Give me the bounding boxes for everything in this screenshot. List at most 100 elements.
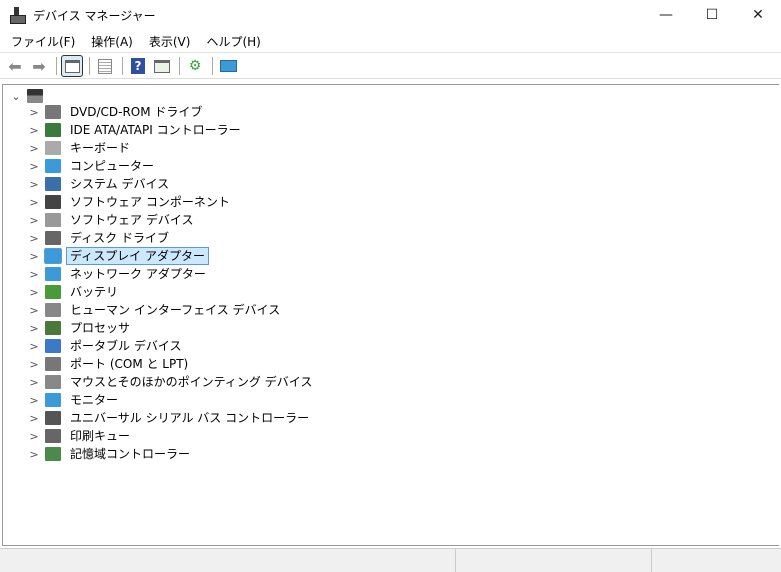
update-driver-icon: ⚙ xyxy=(188,58,202,74)
tree-item[interactable]: > モニター xyxy=(27,391,122,409)
tree-item[interactable]: > システム デバイス xyxy=(27,175,173,193)
tree-item[interactable]: > キーボード xyxy=(27,139,134,157)
device-category-icon xyxy=(45,177,61,191)
device-category-icon xyxy=(45,411,61,425)
tree-root-computer[interactable]: ⌄ xyxy=(9,89,48,103)
chevron-down-icon[interactable]: ⌄ xyxy=(9,90,23,103)
back-button[interactable]: ⬅ xyxy=(4,55,26,77)
tree-item-label: プロセッサ xyxy=(70,321,131,335)
properties-icon xyxy=(98,58,112,74)
window-title: デバイス マネージャー xyxy=(33,8,156,23)
tree-item-label: ディスプレイ アダプター xyxy=(66,247,209,265)
help-button[interactable]: ? xyxy=(127,55,149,77)
arrow-left-icon: ⬅ xyxy=(8,56,22,76)
chevron-right-icon[interactable]: > xyxy=(27,340,41,353)
properties-button[interactable] xyxy=(94,55,116,77)
device-category-icon xyxy=(45,429,61,443)
chevron-right-icon[interactable]: > xyxy=(27,196,41,209)
device-category-icon xyxy=(45,339,61,353)
tree-item[interactable]: > ディスク ドライブ xyxy=(27,229,173,247)
action-pane-button[interactable] xyxy=(151,55,173,77)
menu-view[interactable]: 表示(V) xyxy=(144,33,196,50)
menu-action[interactable]: 操作(A) xyxy=(86,33,138,50)
chevron-right-icon[interactable]: > xyxy=(27,322,41,335)
tree-item-label: モニター xyxy=(70,393,119,407)
chevron-right-icon[interactable]: > xyxy=(27,430,41,443)
device-category-icon xyxy=(45,357,61,371)
console-tree-icon xyxy=(64,59,80,73)
status-pane xyxy=(456,549,652,572)
chevron-right-icon[interactable]: > xyxy=(27,304,41,317)
chevron-right-icon[interactable]: > xyxy=(27,250,41,263)
device-category-icon xyxy=(45,159,61,173)
chevron-right-icon[interactable]: > xyxy=(27,124,41,137)
chevron-right-icon[interactable]: > xyxy=(27,178,41,191)
chevron-right-icon[interactable]: > xyxy=(27,232,41,245)
device-category-icon xyxy=(44,248,62,264)
computer-icon xyxy=(27,89,43,103)
menu-file[interactable]: ファイル(F) xyxy=(6,33,80,50)
tree-item[interactable]: > IDE ATA/ATAPI コントローラー xyxy=(27,121,245,139)
tree-item-label: ポート (COM と LPT) xyxy=(70,357,189,371)
device-manager-icon xyxy=(9,7,26,24)
chevron-right-icon[interactable]: > xyxy=(27,160,41,173)
tree-item[interactable]: > プロセッサ xyxy=(27,319,134,337)
tree-item[interactable]: > 記憶域コントローラー xyxy=(27,445,194,463)
chevron-right-icon[interactable]: > xyxy=(27,142,41,155)
chevron-right-icon[interactable]: > xyxy=(27,376,41,389)
tree-item-label: コンピューター xyxy=(70,159,155,173)
chevron-right-icon[interactable]: > xyxy=(27,448,41,461)
chevron-right-icon[interactable]: > xyxy=(27,106,41,119)
forward-button[interactable]: ➡ xyxy=(28,55,50,77)
tree-item[interactable]: > バッテリ xyxy=(27,283,122,301)
toolbar-separator xyxy=(122,57,123,75)
close-button[interactable]: ✕ xyxy=(735,0,781,30)
tree-item[interactable]: > 印刷キュー xyxy=(27,427,134,445)
tree-item-label: ネットワーク アダプター xyxy=(70,267,206,281)
tree-item-label: DVD/CD-ROM ドライブ xyxy=(70,105,203,119)
tree-item-label: システム デバイス xyxy=(70,177,170,191)
device-category-icon xyxy=(45,303,61,317)
tree-item[interactable]: > ディスプレイ アダプター xyxy=(27,247,209,265)
chevron-right-icon[interactable]: > xyxy=(27,286,41,299)
tree-item-label: ソフトウェア デバイス xyxy=(70,213,194,227)
tree-item-label: 印刷キュー xyxy=(70,429,131,443)
chevron-right-icon[interactable]: > xyxy=(27,394,41,407)
tree-item[interactable]: > ネットワーク アダプター xyxy=(27,265,210,283)
tree-item[interactable]: > ヒューマン インターフェイス デバイス xyxy=(27,301,284,319)
chevron-right-icon[interactable]: > xyxy=(27,214,41,227)
tree-item-label: マウスとそのほかのポインティング デバイス xyxy=(70,375,313,389)
device-category-icon xyxy=(45,375,61,389)
tree-item[interactable]: > ポータブル デバイス xyxy=(27,337,185,355)
minimize-button[interactable]: — xyxy=(643,0,689,30)
status-bar xyxy=(0,548,781,572)
tree-item[interactable]: > ソフトウェア デバイス xyxy=(27,211,197,229)
toolbar-separator xyxy=(179,57,180,75)
tree-item[interactable]: > マウスとそのほかのポインティング デバイス xyxy=(27,373,316,391)
tree-item-label: キーボード xyxy=(70,141,131,155)
title-bar: デバイス マネージャー — ☐ ✕ xyxy=(0,0,781,30)
tree-item-label: ポータブル デバイス xyxy=(70,339,182,353)
scan-monitor-icon xyxy=(219,60,237,72)
chevron-right-icon[interactable]: > xyxy=(27,412,41,425)
show-hide-console-tree-button[interactable] xyxy=(61,55,83,77)
scan-hardware-button[interactable] xyxy=(217,55,239,77)
tree-item[interactable]: > DVD/CD-ROM ドライブ xyxy=(27,103,206,121)
toolbar-separator xyxy=(56,57,57,75)
tree-item[interactable]: > ユニバーサル シリアル バス コントローラー xyxy=(27,409,313,427)
status-pane xyxy=(652,549,781,572)
update-driver-button[interactable]: ⚙ xyxy=(184,55,206,77)
menu-help[interactable]: ヘルプ(H) xyxy=(201,33,265,50)
device-category-icon xyxy=(45,213,61,227)
tree-item[interactable]: > ポート (COM と LPT) xyxy=(27,355,192,373)
device-category-icon xyxy=(45,231,61,245)
tree-item[interactable]: > ソフトウェア コンポーネント xyxy=(27,193,234,211)
device-category-icon xyxy=(45,123,61,137)
toolbar-separator xyxy=(89,57,90,75)
tree-item[interactable]: > コンピューター xyxy=(27,157,158,175)
chevron-right-icon[interactable]: > xyxy=(27,268,41,281)
maximize-button[interactable]: ☐ xyxy=(689,0,735,30)
chevron-right-icon[interactable]: > xyxy=(27,358,41,371)
device-category-icon xyxy=(45,285,61,299)
device-category-icon xyxy=(45,141,61,155)
